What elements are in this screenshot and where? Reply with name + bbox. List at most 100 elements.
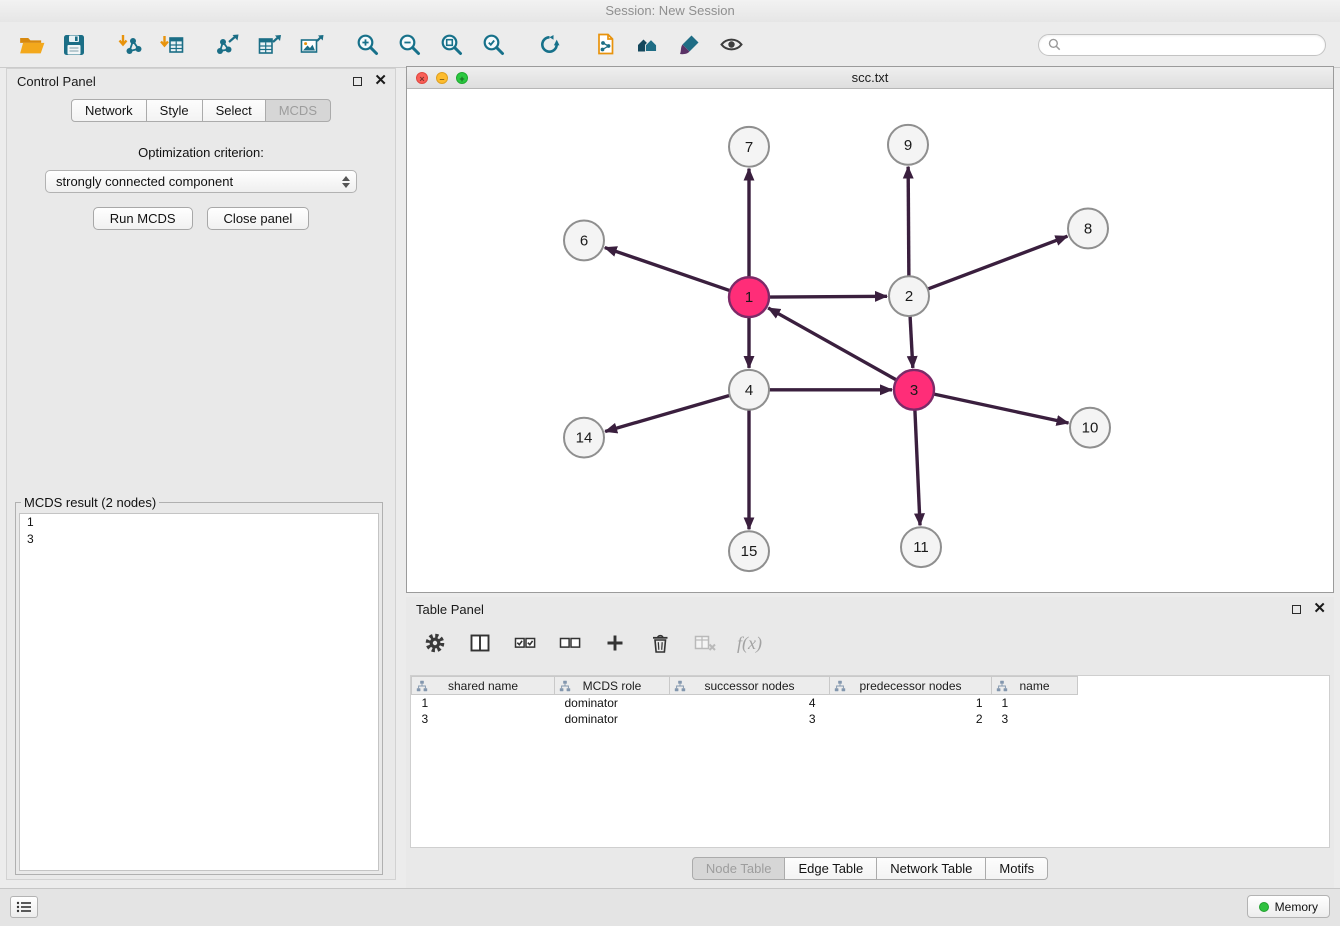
table-toolbar: f(x)	[422, 623, 762, 663]
graph-edge-3-11[interactable]	[915, 410, 920, 526]
zoom-out-button[interactable]	[392, 28, 428, 62]
refresh-layout-button[interactable]	[532, 28, 568, 62]
graph-edge-3-10[interactable]	[934, 394, 1069, 423]
table-row[interactable]: 1dominator411	[412, 695, 1330, 711]
close-panel-icon[interactable]: ✕	[374, 76, 387, 86]
graph-edge-2-3[interactable]	[910, 316, 913, 368]
zoom-fit-button[interactable]	[434, 28, 470, 62]
search-input[interactable]	[1066, 38, 1316, 52]
tab-network-table[interactable]: Network Table	[876, 857, 986, 880]
close-network-window-button[interactable]: ×	[416, 72, 428, 84]
node-table: shared nameMCDS rolesuccessor nodesprede…	[410, 675, 1330, 848]
graph-node-10[interactable]: 10	[1070, 408, 1110, 448]
graph-node-15[interactable]: 15	[729, 531, 769, 571]
tab-edge-table[interactable]: Edge Table	[784, 857, 877, 880]
column-header-successor-nodes[interactable]: successor nodes	[670, 677, 830, 695]
graph-node-9[interactable]: 9	[888, 125, 928, 165]
import-table-button[interactable]	[154, 28, 190, 62]
graph-edge-2-8[interactable]	[928, 236, 1068, 289]
export-image-button[interactable]	[294, 28, 330, 62]
graph-node-7[interactable]: 7	[729, 127, 769, 167]
delete-column-button[interactable]	[647, 630, 673, 656]
close-table-panel-icon[interactable]: ✕	[1313, 604, 1326, 614]
table-row[interactable]: 3dominator323	[412, 711, 1330, 727]
search-icon	[1048, 38, 1061, 51]
svg-text:9: 9	[904, 137, 912, 154]
control-panel-header: Control Panel ✕	[7, 69, 395, 93]
apply-style-button[interactable]	[672, 28, 708, 62]
graph-node-2[interactable]: 2	[889, 276, 929, 316]
graph-node-3[interactable]: 3	[894, 370, 934, 410]
graph-node-1[interactable]: 1	[729, 277, 769, 317]
mcds-result-list[interactable]: 13	[19, 513, 379, 871]
tab-mcds[interactable]: MCDS	[265, 99, 331, 122]
window-title: Session: New Session	[605, 3, 734, 18]
open-session-button[interactable]	[14, 28, 50, 62]
column-header-predecessor-nodes[interactable]: predecessor nodes	[830, 677, 992, 695]
network-canvas[interactable]: 7 9 6 8 1 2 4 3 14 10 15 11	[407, 89, 1333, 592]
svg-text:4: 4	[745, 382, 753, 399]
save-session-button[interactable]	[56, 28, 92, 62]
maximize-network-window-button[interactable]: +	[456, 72, 468, 84]
graph-edge-1-2[interactable]	[769, 296, 887, 297]
eye-icon	[719, 32, 745, 58]
homes-button[interactable]	[630, 28, 666, 62]
document-network-icon	[593, 32, 619, 58]
memory-button[interactable]: Memory	[1247, 895, 1330, 918]
table-settings-button[interactable]	[422, 630, 448, 656]
graph-node-4[interactable]: 4	[729, 370, 769, 410]
mcds-result-title: MCDS result (2 nodes)	[21, 495, 159, 510]
network-graph[interactable]: 7 9 6 8 1 2 4 3 14 10 15 11	[407, 89, 1333, 592]
criterion-dropdown[interactable]: strongly connected component	[45, 170, 357, 193]
float-panel-icon[interactable]	[353, 77, 362, 86]
minimize-network-window-button[interactable]: –	[436, 72, 448, 84]
deselect-all-button[interactable]	[557, 630, 583, 656]
graph-node-6[interactable]: 6	[564, 220, 604, 260]
column-type-icon	[416, 680, 428, 692]
graph-edge-3-1[interactable]	[768, 308, 896, 380]
svg-text:6: 6	[580, 232, 588, 249]
show-columns-button[interactable]	[467, 630, 493, 656]
mcds-result-item[interactable]: 3	[20, 531, 378, 548]
graph-node-14[interactable]: 14	[564, 418, 604, 458]
column-header-MCDS-role[interactable]: MCDS role	[555, 677, 670, 695]
svg-text:8: 8	[1084, 220, 1092, 237]
tab-select[interactable]: Select	[202, 99, 266, 122]
tab-style[interactable]: Style	[146, 99, 203, 122]
graph-edge-1-6[interactable]	[605, 248, 730, 291]
zoom-in-icon	[355, 32, 381, 58]
tab-motifs[interactable]: Motifs	[985, 857, 1048, 880]
zoom-fit-icon	[439, 32, 465, 58]
float-table-panel-icon[interactable]	[1292, 605, 1301, 614]
task-history-button[interactable]	[10, 896, 38, 918]
tab-node-table[interactable]: Node Table	[692, 857, 786, 880]
delete-table-button	[692, 630, 718, 656]
mcds-result-item[interactable]: 1	[20, 514, 378, 531]
column-header-shared-name[interactable]: shared name	[412, 677, 555, 695]
zoom-in-button[interactable]	[350, 28, 386, 62]
window-titlebar: Session: New Session	[0, 0, 1340, 22]
graph-node-8[interactable]: 8	[1068, 209, 1108, 249]
svg-text:14: 14	[576, 430, 593, 447]
close-panel-button[interactable]: Close panel	[207, 207, 310, 230]
dropdown-stepper-icon	[342, 176, 350, 188]
run-mcds-button[interactable]: Run MCDS	[93, 207, 193, 230]
table-panel-header: Table Panel ✕	[406, 597, 1334, 621]
memory-status-icon	[1259, 902, 1269, 912]
search-field[interactable]	[1038, 34, 1326, 56]
network-document-button[interactable]	[588, 28, 624, 62]
export-table-button[interactable]	[252, 28, 288, 62]
select-all-button[interactable]	[512, 630, 538, 656]
graph-node-11[interactable]: 11	[901, 527, 941, 567]
columns-icon	[468, 631, 492, 655]
tab-network[interactable]: Network	[71, 99, 147, 122]
zoom-selected-button[interactable]	[476, 28, 512, 62]
toggle-graphics-details-button[interactable]	[714, 28, 750, 62]
svg-text:2: 2	[905, 288, 913, 305]
column-header-name[interactable]: name	[992, 677, 1078, 695]
add-column-button[interactable]	[602, 630, 628, 656]
import-network-button[interactable]	[112, 28, 148, 62]
export-network-button[interactable]	[210, 28, 246, 62]
graph-edge-4-14[interactable]	[605, 395, 730, 431]
graph-edge-2-9[interactable]	[908, 167, 909, 277]
